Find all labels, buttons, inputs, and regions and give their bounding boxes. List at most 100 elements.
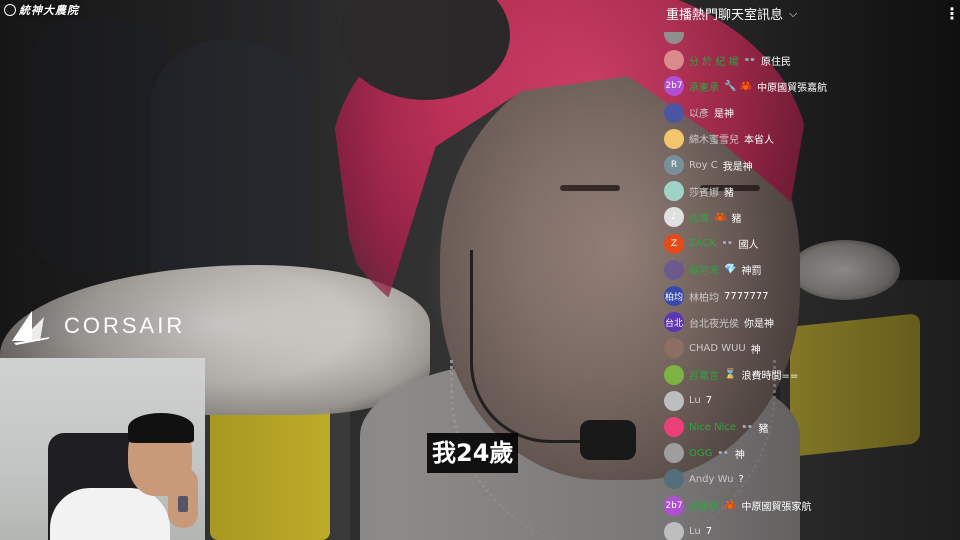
chat-author[interactable]: 吳阿禾 [689,262,719,277]
chat-message[interactable]: R Roy C 我是神 [664,154,753,176]
chat-message[interactable]: 以彥 是神 [664,102,734,124]
avatar[interactable] [664,469,684,490]
chat-author[interactable]: 分 於 紀 楊 [689,53,739,68]
avatar[interactable] [664,338,684,359]
sponsor-name: CORSAIR [64,313,186,338]
avatar[interactable]: Z [664,233,684,254]
member-badge-icon: ⌛ [724,369,737,381]
chat-author[interactable]: 承憲承 [689,79,719,94]
member-badge-icon: 🦀 [714,211,727,223]
chat-message[interactable]: Lu 7 [664,521,712,540]
chat-text: 浪費時間== [741,371,799,383]
chat-author[interactable]: 廷瑋 [689,210,709,225]
chat-text: 是神 [714,109,734,121]
chat-author[interactable]: Nice Nice [689,422,736,433]
chat-text: 豬 [758,423,769,435]
chat-message-list[interactable]: 分 於 紀 楊 👓 原住民 2b7 承憲承 🔧 🦀 中原國貿張嘉航以彥 是神綿木蜜雪兒 本省人 R… [664,32,960,540]
avatar[interactable] [664,32,684,44]
sponsor-logo: CORSAIR [10,307,185,345]
watermark-text: 統神大農院 [19,4,79,17]
chat-author[interactable]: 台北夜光侯 [689,315,739,330]
avatar[interactable]: 柏均 [664,286,684,306]
avatar[interactable] [664,364,684,385]
facecam-hair [128,413,194,443]
chat-author[interactable]: 林柏均 [689,289,719,304]
chat-author[interactable]: OGG [689,448,712,459]
watermark-icon [4,4,16,16]
avatar[interactable] [664,417,684,437]
chat-message[interactable]: Lu 7 [664,390,712,412]
member-badge-icon: 🔧 🦀 [724,80,753,92]
chat-author[interactable]: 呂嘉言 [689,367,719,382]
chat-message[interactable]: 莎賓娜豬 [664,180,734,202]
chat-text: 豬 [724,187,734,199]
avatar[interactable]: R [664,155,684,175]
chat-text: 中原國貿張嘉航 [757,82,828,94]
avatar[interactable]: 2b7 [664,76,684,97]
member-badge-icon: 👓 [741,421,754,433]
chat-author[interactable]: 以彥 [689,105,709,120]
chat-author[interactable]: Lu [689,395,701,406]
chat-message[interactable]: 台北 台北夜光侯 你是神 [664,311,774,333]
corsair-sails-icon [12,311,50,345]
member-badge-icon: 👓 [743,54,756,66]
chat-text: 中原國貿張家航 [741,502,812,514]
chat-text: 7777777 [724,290,769,302]
chat-message[interactable]: 綿木蜜雪兒 本省人 [664,128,774,150]
avatar[interactable] [664,390,684,411]
chat-message[interactable]: 呂嘉言 ⌛ 浪費時間== [664,364,798,386]
member-badge-icon: 👓 [721,238,734,250]
more-options-icon[interactable]: ⋮ [944,4,960,24]
chat-message[interactable]: 2b7 承憲承 🔧 🦀 中原國貿張嘉航 [664,75,827,97]
chat-text: ? [738,473,744,485]
chat-text: 國人 [738,240,759,252]
chevron-down-icon[interactable]: ⌵ [789,7,797,21]
chat-author[interactable]: Roy C [689,160,718,171]
avatar[interactable]: 2b7 [664,495,684,516]
chat-author[interactable]: Lu [689,526,701,537]
avatar[interactable] [664,102,684,123]
chat-message[interactable]: CHAD WUU 神 [664,337,761,359]
chat-message[interactable]: Z ZACK 👓 國人 [664,233,759,255]
chat-message[interactable]: 吳阿禾 💎 神罰 [664,259,761,281]
subtitle-caption: 我24歲 [427,433,519,473]
avatar[interactable]: ♪ [664,207,684,228]
chat-message[interactable]: ♪ 廷瑋 🦀 豬 [664,206,741,228]
chat-author[interactable]: 承憲承 [689,498,719,513]
member-badge-icon: 🦀 [724,500,737,512]
avatar[interactable] [664,181,684,202]
channel-watermark: 統神大農院 [4,2,79,18]
avatar[interactable]: 台北 [664,312,684,333]
chat-message[interactable]: Andy Wu? [664,468,744,490]
facecam-inset [0,358,205,540]
chat-text: 神罰 [741,266,762,278]
chat-text: 我是神 [722,161,753,173]
chat-author[interactable]: 綿木蜜雪兒 [689,131,739,146]
chat-text: 你是神 [744,318,774,330]
chat-text: 原住民 [761,56,791,68]
avatar[interactable] [664,50,684,71]
member-badge-icon: 👓 [717,447,730,459]
chat-message[interactable]: OGG 👓 神 [664,442,745,464]
chat-message[interactable] [664,32,694,45]
chat-message[interactable]: Nice Nice 👓 豬 [664,416,768,438]
avatar[interactable] [664,521,684,540]
avatar[interactable] [664,443,684,464]
chat-message[interactable]: 柏均 林柏均 7777777 [664,285,769,307]
chat-author[interactable]: ZACK [689,238,716,249]
member-badge-icon: 💎 [724,264,737,276]
avatar[interactable] [664,259,684,280]
chat-author[interactable]: CHAD WUU [689,343,746,354]
chat-text: 7 [705,395,713,407]
chat-replay-header[interactable]: 重播熱門聊天室訊息 ⌵ [666,4,797,24]
chat-text: 7 [705,526,713,538]
phone-icon [178,496,188,512]
chat-author[interactable]: 莎賓娜 [689,184,719,199]
chat-text: 神 [750,344,761,356]
chat-header-title: 重播熱門聊天室訊息 [666,8,784,23]
chat-message[interactable]: 2b7 承憲承 🦀 中原國貿張家航 [664,495,811,517]
chat-author[interactable]: Andy Wu [689,474,734,485]
chat-text: 神 [734,449,745,461]
chat-message[interactable]: 分 於 紀 楊 👓 原住民 [664,49,791,71]
avatar[interactable] [664,128,684,149]
